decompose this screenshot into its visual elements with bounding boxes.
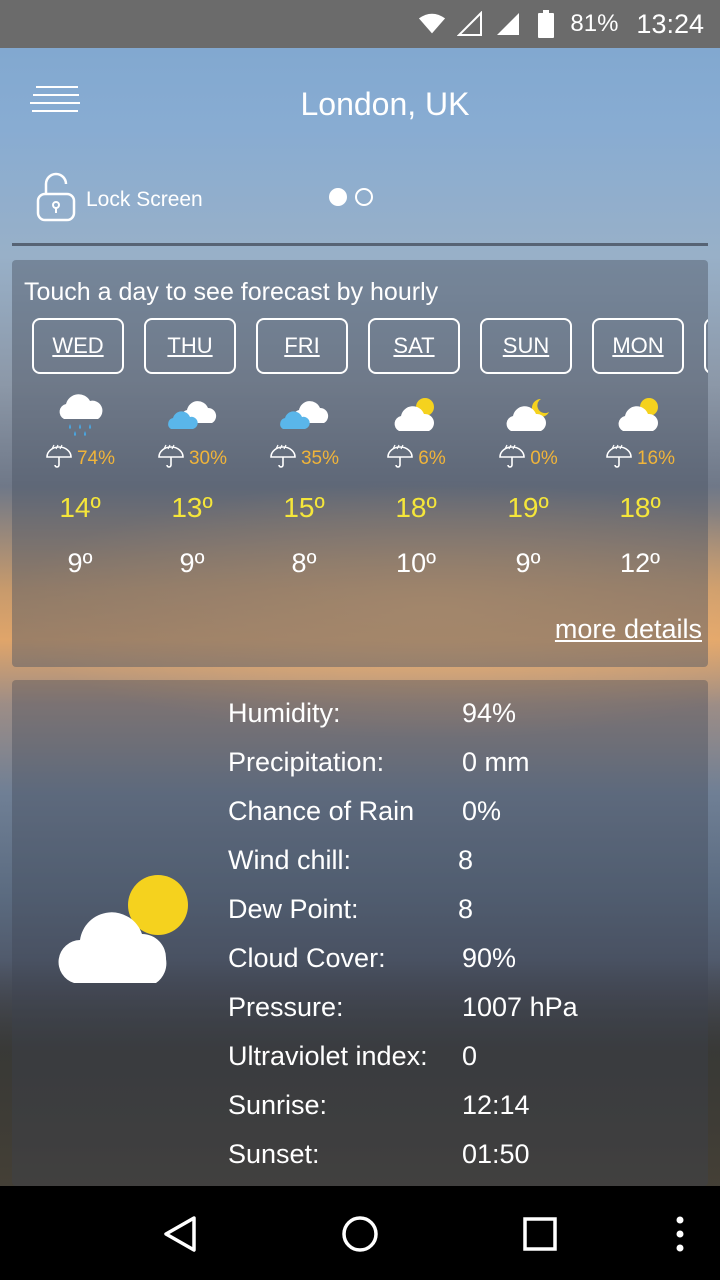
temp-low: 9º xyxy=(67,548,93,578)
detail-value: 94% xyxy=(462,698,517,728)
detail-value: 90% xyxy=(462,943,517,973)
rain-chance: 16% xyxy=(592,444,688,474)
temp-high: 13º xyxy=(171,492,213,523)
forecast-panel: Touch a day to see forecast by hourly WE… xyxy=(12,260,708,667)
umbrella-icon xyxy=(605,444,633,474)
detail-label: Chance of Rain xyxy=(228,796,415,826)
partly-cloudy-night-icon xyxy=(480,390,576,440)
back-icon[interactable] xyxy=(160,1214,200,1254)
temp-high: 18º xyxy=(395,492,437,523)
temp-high: 18º xyxy=(619,492,661,523)
page-dot-active[interactable] xyxy=(329,188,347,206)
overflow-menu-icon[interactable] xyxy=(666,1214,694,1254)
day-column[interactable]: MON 16% 18º 12º xyxy=(592,318,688,579)
detail-label: Sunrise: xyxy=(228,1090,328,1120)
day-tab-mon[interactable]: MON xyxy=(592,318,684,374)
detail-label: Sunset: xyxy=(228,1139,320,1169)
umbrella-icon xyxy=(45,444,73,474)
wifi-icon xyxy=(418,10,446,38)
rain-percent: 16% xyxy=(636,448,676,469)
battery-icon xyxy=(532,10,560,38)
partly-sunny-icon xyxy=(52,875,192,990)
detail-value: 8 xyxy=(458,894,474,924)
day-column[interactable]: WED 74% 14º 9º xyxy=(32,318,128,579)
day-tab-fri[interactable]: FRI xyxy=(256,318,348,374)
recents-icon[interactable] xyxy=(520,1214,560,1254)
partly-sunny-icon xyxy=(368,390,464,440)
detail-label: Precipitation: xyxy=(228,747,385,777)
status-bar: 81% 13:24 xyxy=(0,0,720,48)
partly-sunny-icon xyxy=(592,390,688,440)
rain-chance: 30% xyxy=(144,444,240,474)
detail-value: 0% xyxy=(462,796,502,826)
temp-low: 9º xyxy=(515,548,541,578)
day-column[interactable]: SUN 0% 19º 9º xyxy=(480,318,576,579)
day-tab-thu[interactable]: THU xyxy=(144,318,236,374)
day-column[interactable]: SAT 6% 18º 10º xyxy=(368,318,464,579)
detail-label: Ultraviolet index: xyxy=(228,1041,428,1071)
detail-label: Pressure: xyxy=(228,992,344,1022)
rain-percent: 0% xyxy=(530,448,558,469)
lock-screen-toggle[interactable]: Lock Screen xyxy=(36,172,203,227)
rain-chance: 0% xyxy=(480,444,576,474)
lock-screen-label: Lock Screen xyxy=(86,187,203,211)
detail-value: 01:50 xyxy=(462,1139,530,1169)
temp-low: 12º xyxy=(620,548,660,578)
rain-chance: 6% xyxy=(368,444,464,474)
detail-value: 8 xyxy=(458,845,474,875)
battery-percent: 81% xyxy=(570,10,619,37)
rain-percent: 35% xyxy=(300,448,340,469)
page-indicator xyxy=(329,188,373,206)
rain-percent: 30% xyxy=(188,448,228,469)
day-tab-sun[interactable]: SUN xyxy=(480,318,572,374)
divider xyxy=(12,243,708,246)
day-column-partial[interactable] xyxy=(704,318,708,374)
rain-percent: 74% xyxy=(76,448,116,469)
signal-empty-icon xyxy=(456,10,484,38)
temp-low: 10º xyxy=(396,548,436,578)
detail-value: 12:14 xyxy=(462,1090,530,1120)
rain-chance: 74% xyxy=(32,444,128,474)
day-tab-sat[interactable]: SAT xyxy=(368,318,460,374)
rain-percent: 6% xyxy=(418,448,446,469)
temp-low: 8º xyxy=(291,548,317,578)
cloud-icon xyxy=(144,390,240,440)
clock: 13:24 xyxy=(636,8,704,39)
page-dot[interactable] xyxy=(355,188,373,206)
cloud-icon xyxy=(256,390,352,440)
rain-cloud-icon xyxy=(32,390,128,440)
unlock-icon xyxy=(36,172,76,227)
temp-high: 19º xyxy=(507,492,549,523)
detail-label: Wind chill: xyxy=(228,845,352,875)
detail-value: 1007 hPa xyxy=(462,992,578,1022)
temp-high: 14º xyxy=(59,492,101,523)
umbrella-icon xyxy=(498,444,526,474)
home-icon[interactable] xyxy=(340,1214,380,1254)
detail-value: 0 xyxy=(462,1041,478,1071)
detail-label: Humidity: xyxy=(228,698,341,728)
signal-icon xyxy=(494,10,522,38)
day-column[interactable]: FRI 35% 15º 8º xyxy=(256,318,352,579)
forecast-hint: Touch a day to see forecast by hourly xyxy=(24,278,439,306)
umbrella-icon xyxy=(386,444,414,474)
temp-low: 9º xyxy=(179,548,205,578)
day-column[interactable]: THU 30% 13º 9º xyxy=(144,318,240,579)
detail-value: 0 mm xyxy=(462,747,530,777)
details-panel: Humidity: 94% Precipitation: 0 mm Chance… xyxy=(12,680,708,1186)
detail-label: Dew Point: xyxy=(228,894,359,924)
day-list[interactable]: WED 74% 14º 9º THU 30% 13º 9º FRI 35% 15… xyxy=(32,318,708,628)
city-title: London, UK xyxy=(300,86,470,122)
navigation-bar xyxy=(0,1186,720,1280)
detail-label: Cloud Cover: xyxy=(228,943,386,973)
rain-chance: 35% xyxy=(256,444,352,474)
umbrella-icon xyxy=(269,444,297,474)
more-details-link[interactable]: more details xyxy=(555,614,702,645)
temp-high: 15º xyxy=(283,492,325,523)
day-tab-next[interactable] xyxy=(704,318,708,374)
day-tab-wed[interactable]: WED xyxy=(32,318,124,374)
umbrella-icon xyxy=(157,444,185,474)
